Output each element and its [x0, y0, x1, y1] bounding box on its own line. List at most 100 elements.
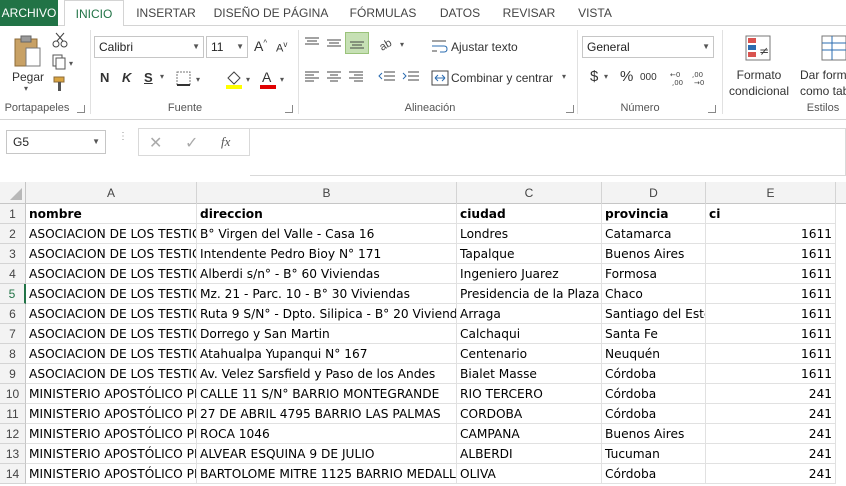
table-cell[interactable]: MINISTERIO APOSTÓLICO PENTECOSTAL [26, 384, 197, 404]
font-name-select[interactable]: Calibri ▼ [94, 36, 204, 58]
table-cell[interactable]: Dorrego y San Martin [197, 324, 457, 344]
format-as-table-button[interactable]: Dar form como tab [798, 30, 846, 100]
table-cell[interactable]: 1611 [706, 304, 836, 324]
table-cell[interactable]: Córdoba [602, 404, 706, 424]
row-header[interactable]: 11 [0, 404, 26, 424]
table-cell[interactable]: 27 DE ABRIL 4795 BARRIO LAS PALMAS [197, 404, 457, 424]
italic-button[interactable]: K [122, 70, 131, 85]
number-format-select[interactable]: General ▼ [582, 36, 714, 58]
column-header-e[interactable]: E [706, 182, 836, 204]
table-cell[interactable]: Ingeniero Juarez [457, 264, 602, 284]
thousands-button[interactable]: 000 [640, 72, 657, 83]
table-cell[interactable]: Atahualpa Yupanqui N° 167 [197, 344, 457, 364]
clipboard-launcher-icon[interactable] [77, 105, 85, 113]
table-cell[interactable]: MINISTERIO APOSTÓLICO PENTECOSTAL [26, 424, 197, 444]
table-cell[interactable]: 1611 [706, 324, 836, 344]
table-cell[interactable]: Ruta 9 S/N° - Dpto. Silipica - B° 20 Viv… [197, 304, 457, 324]
table-cell[interactable]: ASOCIACION DE LOS TESTIGOS [26, 224, 197, 244]
table-cell[interactable]: 1611 [706, 364, 836, 384]
table-cell[interactable]: ASOCIACION DE LOS TESTIGOS [26, 264, 197, 284]
table-cell[interactable]: Córdoba [602, 384, 706, 404]
table-cell[interactable]: B° Virgen del Valle - Casa 16 [197, 224, 457, 244]
column-header-c[interactable]: C [457, 182, 602, 204]
currency-button[interactable]: $ [590, 68, 598, 85]
percent-button[interactable]: % [620, 68, 633, 85]
table-cell[interactable]: Av. Velez Sarsfield y Paso de los Andes [197, 364, 457, 384]
table-cell[interactable]: Buenos Aires [602, 424, 706, 444]
table-cell[interactable]: Santa Fe [602, 324, 706, 344]
increase-decimal-icon[interactable]: ←0,00 [670, 69, 688, 87]
format-painter-icon[interactable] [52, 76, 68, 92]
table-cell[interactable]: Córdoba [602, 464, 706, 484]
table-cell[interactable]: Bialet Masse [457, 364, 602, 384]
table-cell[interactable]: direccion [197, 204, 457, 224]
alignment-launcher-icon[interactable] [566, 105, 574, 113]
align-middle-icon[interactable] [326, 36, 342, 50]
align-bottom-button[interactable] [345, 32, 369, 54]
table-cell[interactable]: MINISTERIO APOSTÓLICO PENTECOSTAL [26, 444, 197, 464]
decrease-font-size-icon[interactable]: Av [276, 40, 287, 55]
table-cell[interactable]: 241 [706, 464, 836, 484]
row-header[interactable]: 7 [0, 324, 26, 344]
wrap-text-button[interactable]: Ajustar texto [451, 40, 518, 54]
table-cell[interactable]: 1611 [706, 284, 836, 304]
chevron-down-icon[interactable]: ▾ [160, 72, 164, 81]
table-cell[interactable]: Buenos Aires [602, 244, 706, 264]
paste-button[interactable]: Pegar ▾ [8, 30, 48, 96]
name-box[interactable]: G5 ▼ [6, 130, 106, 154]
table-cell[interactable]: 1611 [706, 244, 836, 264]
table-cell[interactable]: Alberdi s/n° - B° 60 Viviendas [197, 264, 457, 284]
tab-diseno-de-pagina[interactable]: DISEÑO DE PÁGINA [210, 0, 332, 26]
table-cell[interactable]: ALBERDI [457, 444, 602, 464]
table-cell[interactable]: Mz. 21 - Parc. 10 - B° 30 Viviendas [197, 284, 457, 304]
table-cell[interactable]: Presidencia de la Plaza [457, 284, 602, 304]
row-header[interactable]: 2 [0, 224, 26, 244]
table-cell[interactable]: ASOCIACION DE LOS TESTIGOS [26, 344, 197, 364]
table-cell[interactable]: ciudad [457, 204, 602, 224]
row-header[interactable]: 8 [0, 344, 26, 364]
column-header-a[interactable]: A [26, 182, 197, 204]
table-cell[interactable]: Córdoba [602, 364, 706, 384]
row-header[interactable]: 13 [0, 444, 26, 464]
row-header[interactable]: 14 [0, 464, 26, 484]
font-launcher-icon[interactable] [285, 105, 293, 113]
table-cell[interactable]: 1611 [706, 224, 836, 244]
table-cell[interactable]: Intendente Pedro Bioy N° 171 [197, 244, 457, 264]
font-size-select[interactable]: 11 ▼ [206, 36, 248, 58]
table-cell[interactable]: ASOCIACION DE LOS TESTIGOS [26, 284, 197, 304]
fill-color-icon[interactable]: ▾ [224, 68, 256, 90]
row-header[interactable]: 6 [0, 304, 26, 324]
table-cell[interactable]: Tucuman [602, 444, 706, 464]
row-header[interactable]: 5 [0, 284, 26, 304]
formula-input[interactable] [250, 128, 846, 176]
chevron-down-icon[interactable]: ▾ [562, 72, 566, 81]
decrease-decimal-icon[interactable]: ,00→0 [692, 69, 710, 87]
table-cell[interactable]: nombre [26, 204, 197, 224]
row-header[interactable]: 10 [0, 384, 26, 404]
table-cell[interactable]: RIO TERCERO [457, 384, 602, 404]
insert-function-button[interactable]: fx [221, 134, 230, 150]
row-header[interactable]: 4 [0, 264, 26, 284]
table-cell[interactable]: Catamarca [602, 224, 706, 244]
underline-button[interactable]: S [144, 70, 153, 85]
row-header[interactable]: 9 [0, 364, 26, 384]
formula-bar-grip-icon[interactable]: ⋮ [118, 132, 128, 148]
align-right-icon[interactable] [348, 70, 364, 84]
tab-insertar[interactable]: INSERTAR [132, 0, 200, 26]
table-cell[interactable]: 1611 [706, 344, 836, 364]
conditional-format-button[interactable]: ≠ Formato condicional [724, 30, 794, 100]
tab-vista[interactable]: VISTA [570, 0, 620, 26]
align-left-icon[interactable] [304, 70, 320, 84]
table-cell[interactable]: Tapalque [457, 244, 602, 264]
merge-center-button[interactable]: Combinar y centrar [451, 71, 553, 85]
orientation-icon[interactable]: ab ▾ [378, 34, 410, 52]
table-cell[interactable]: Chaco [602, 284, 706, 304]
row-header[interactable]: 3 [0, 244, 26, 264]
chevron-down-icon[interactable]: ▾ [604, 72, 608, 81]
table-cell[interactable]: Calchaqui [457, 324, 602, 344]
enter-icon[interactable]: ✓ [185, 133, 198, 153]
table-cell[interactable]: Formosa [602, 264, 706, 284]
cut-icon[interactable] [52, 32, 68, 48]
table-cell[interactable]: CAMPANA [457, 424, 602, 444]
table-cell[interactable]: 241 [706, 444, 836, 464]
